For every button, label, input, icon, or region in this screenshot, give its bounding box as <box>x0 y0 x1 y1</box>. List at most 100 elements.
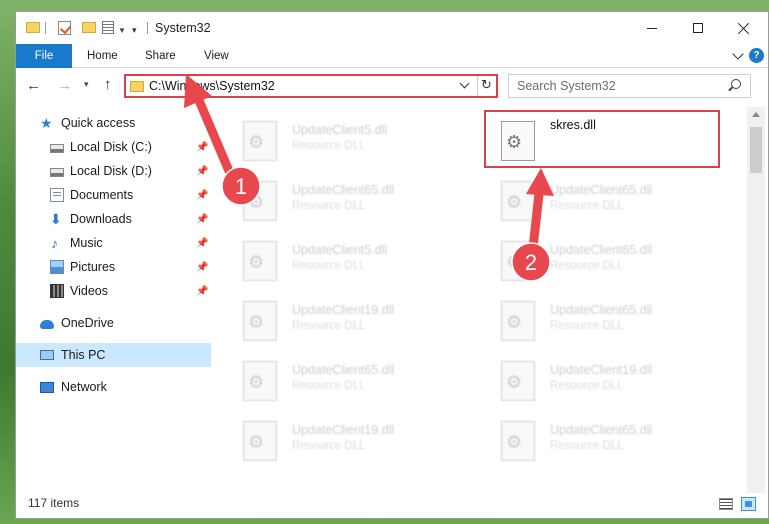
tab-view[interactable]: View <box>204 44 229 68</box>
sidebar-item-network[interactable]: Network <box>16 375 211 399</box>
file-type: Resource DLL <box>550 320 624 332</box>
pin-icon[interactable]: 📌 <box>196 190 208 201</box>
sidebar-item-label: Pictures <box>70 260 116 274</box>
address-path[interactable]: C:\Windows\System32 <box>149 79 275 93</box>
sidebar-item-music[interactable]: ♪ Music 📌 <box>16 231 211 255</box>
dll-file-icon <box>501 421 535 461</box>
folder-icon[interactable] <box>26 22 40 33</box>
sidebar-item-onedrive[interactable]: OneDrive <box>16 311 211 335</box>
file-name: UpdateClient19.dll <box>292 423 395 437</box>
details-view-icon[interactable] <box>719 498 733 510</box>
file-name: UpdateClient65.dll <box>550 303 653 317</box>
file-item[interactable]: UpdateClient65.dll Resource DLL <box>231 175 471 235</box>
sidebar-item-downloads[interactable]: ⬇ Downloads 📌 <box>16 207 211 231</box>
properties-check-icon[interactable] <box>58 21 71 35</box>
file-name: UpdateClient5.dll <box>292 123 388 137</box>
navigation-bar: ← → ▾ ↑ C:\Windows\System32 ↻ <box>16 69 768 103</box>
search-input[interactable] <box>517 79 717 93</box>
pin-icon[interactable]: 📌 <box>196 262 208 273</box>
vertical-scrollbar[interactable] <box>747 107 765 493</box>
dll-file-icon <box>243 121 277 161</box>
file-item[interactable]: UpdateClient65.dll Resource DLL <box>489 175 729 235</box>
forward-arrow-icon[interactable]: → <box>57 77 72 94</box>
tab-share[interactable]: Share <box>145 44 176 68</box>
up-arrow-icon[interactable]: ↑ <box>104 76 112 93</box>
search-icon[interactable] <box>731 79 741 89</box>
drive-icon <box>50 144 64 153</box>
tiles-view-icon[interactable] <box>741 497 756 511</box>
sidebar-item-this-pc[interactable]: This PC <box>16 343 211 367</box>
videos-icon <box>50 284 64 298</box>
computer-icon <box>40 350 54 360</box>
navigation-pane: ★ Quick access Local Disk (C:) 📌 Local D… <box>16 107 211 493</box>
close-button[interactable] <box>721 12 767 44</box>
chevron-down-icon[interactable] <box>459 78 470 89</box>
scrollbar-thumb[interactable] <box>750 127 762 173</box>
maximize-icon <box>693 23 703 33</box>
help-icon[interactable]: ? <box>749 48 764 63</box>
file-list: UpdateClient5.dll Resource DLL UpdateCli… <box>211 107 747 493</box>
back-arrow-icon[interactable]: ← <box>26 77 41 94</box>
toolbar-divider <box>45 22 46 34</box>
file-item[interactable]: UpdateClient19.dll Resource DLL <box>489 355 729 415</box>
file-item[interactable]: UpdateClient65.dll Resource DLL <box>489 295 729 355</box>
file-item[interactable]: UpdateClient5.dll Resource DLL <box>231 235 471 295</box>
downloads-icon: ⬇ <box>50 211 62 227</box>
chevron-down-icon[interactable]: ▼ <box>118 26 126 44</box>
tab-file[interactable]: File <box>16 44 72 68</box>
drive-icon <box>50 168 64 177</box>
new-folder-icon[interactable] <box>82 22 96 33</box>
sidebar-item-label: Documents <box>70 188 134 202</box>
star-icon: ★ <box>40 115 53 131</box>
pin-icon[interactable]: 📌 <box>196 238 208 249</box>
minimize-button[interactable] <box>629 12 675 44</box>
file-name: UpdateClient65.dll <box>292 183 395 197</box>
maximize-button[interactable] <box>675 12 721 44</box>
sidebar-item-quick-access[interactable]: ★ Quick access <box>16 111 211 135</box>
close-icon <box>738 22 750 34</box>
file-type: Resource DLL <box>292 140 366 152</box>
file-type: Resource DLL <box>550 440 624 452</box>
file-name: UpdateClient65.dll <box>292 363 395 377</box>
refresh-icon[interactable]: ↻ <box>481 77 492 93</box>
file-item[interactable]: UpdateClient19.dll Resource DLL <box>231 295 471 355</box>
search-box[interactable] <box>508 74 751 98</box>
sidebar-item-videos[interactable]: Videos 📌 <box>16 279 211 303</box>
rename-icon[interactable] <box>102 21 114 34</box>
expand-ribbon-icon[interactable] <box>732 48 744 60</box>
file-type: Resource DLL <box>550 260 624 272</box>
sidebar-item-local-disk-c[interactable]: Local Disk (C:) 📌 <box>16 135 211 159</box>
file-item[interactable]: UpdateClient5.dll Resource DLL <box>231 115 471 175</box>
address-divider <box>477 76 478 96</box>
sidebar-item-local-disk-d[interactable]: Local Disk (D:) 📌 <box>16 159 211 183</box>
file-type: Resource DLL <box>292 320 366 332</box>
file-item[interactable]: UpdateClient65.dll Resource DLL <box>231 355 471 415</box>
documents-icon <box>50 188 64 202</box>
pin-icon[interactable]: 📌 <box>196 286 208 297</box>
sidebar-item-pictures[interactable]: Pictures 📌 <box>16 255 211 279</box>
highlight-box <box>484 110 720 168</box>
dll-file-icon <box>501 241 535 281</box>
cloud-icon <box>40 320 54 329</box>
sidebar-item-label: Local Disk (D:) <box>70 164 152 178</box>
pin-icon[interactable]: 📌 <box>196 214 208 225</box>
tab-home[interactable]: Home <box>87 44 118 68</box>
file-name: UpdateClient5.dll <box>292 243 388 257</box>
scroll-up-icon[interactable] <box>752 112 760 117</box>
file-item[interactable]: UpdateClient19.dll Resource DLL <box>231 415 471 475</box>
file-item[interactable]: UpdateClient65.dll Resource DLL <box>489 235 729 295</box>
pin-icon[interactable]: 📌 <box>196 166 208 177</box>
address-bar[interactable]: C:\Windows\System32 ↻ <box>124 74 498 98</box>
file-item[interactable]: UpdateClient65.dll Resource DLL <box>489 415 729 475</box>
explorer-window: ▼ ▾ System32 File Home Share View ? ← → … <box>15 11 769 519</box>
pin-icon[interactable]: 📌 <box>196 142 208 153</box>
dll-file-icon <box>243 241 277 281</box>
sidebar-item-label: Local Disk (C:) <box>70 140 152 154</box>
sidebar-item-label: Network <box>61 380 107 394</box>
recent-locations-icon[interactable]: ▾ <box>84 79 89 90</box>
customize-toolbar-icon[interactable]: ▾ <box>132 25 137 43</box>
sidebar-item-documents[interactable]: Documents 📌 <box>16 183 211 207</box>
file-name: UpdateClient65.dll <box>550 183 653 197</box>
ribbon: File Home Share View ? <box>16 44 768 68</box>
file-type: Resource DLL <box>550 200 624 212</box>
